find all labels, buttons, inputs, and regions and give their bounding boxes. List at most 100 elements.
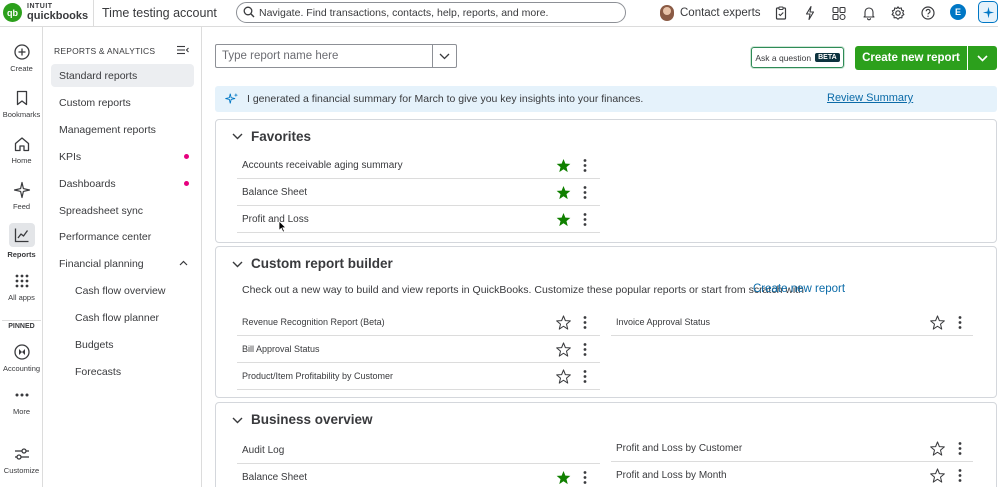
star-filled-icon[interactable] (556, 158, 571, 173)
create-new-report-button[interactable]: Create new report (855, 46, 967, 70)
report-name[interactable]: Profit and Loss (242, 214, 309, 225)
rail-item-home[interactable]: Home (0, 135, 43, 165)
ai-assistant-button[interactable] (978, 1, 998, 23)
kebab-menu-icon[interactable] (582, 315, 588, 330)
report-name[interactable]: Balance Sheet (242, 472, 307, 483)
create-new-report-link[interactable]: Create new report (753, 283, 845, 295)
report-row[interactable]: Accounts receivable aging summary (237, 152, 600, 179)
review-summary-link[interactable]: Review Summary (827, 92, 913, 104)
global-search[interactable]: Navigate. Find transactions, contacts, h… (236, 2, 626, 23)
sidebar-item-cash-flow-planner[interactable]: Cash flow planner (67, 306, 194, 329)
report-row[interactable]: Revenue Recognition Report (Beta) (237, 309, 600, 336)
rail-label: Reports (7, 250, 36, 259)
rail-item-bookmarks[interactable]: Bookmarks (0, 89, 43, 119)
rail-item-accounting[interactable]: Accounting (0, 343, 43, 373)
rail-item-feed[interactable]: Feed (0, 181, 43, 211)
report-row[interactable]: Profit and Loss by Month (611, 462, 973, 487)
report-name[interactable]: Audit Log (242, 445, 284, 456)
rail-item-more[interactable]: More (0, 386, 43, 416)
bell-icon[interactable] (861, 5, 877, 21)
chevron-down-icon[interactable] (232, 133, 243, 140)
report-row[interactable]: Invoice Approval Status (611, 309, 973, 336)
star-outline-icon[interactable] (930, 315, 945, 330)
accounting-icon (13, 344, 30, 360)
report-name[interactable]: Profit and Loss by Customer (616, 443, 742, 454)
star-outline-icon[interactable] (930, 468, 945, 483)
report-name[interactable]: Accounts receivable aging summary (242, 160, 403, 171)
rail-item-create[interactable]: Create (0, 43, 43, 73)
report-row[interactable]: Profit and Loss (237, 206, 600, 233)
kebab-menu-icon[interactable] (582, 158, 588, 173)
mouse-cursor-icon (278, 220, 287, 233)
kebab-menu-icon[interactable] (582, 470, 588, 485)
gear-icon[interactable] (890, 5, 906, 21)
sidebar-item-management-reports[interactable]: Management reports (51, 118, 194, 141)
help-icon[interactable] (920, 5, 936, 21)
chevron-down-icon[interactable] (232, 261, 243, 268)
star-filled-icon[interactable] (556, 470, 571, 485)
user-avatar[interactable]: E (950, 4, 966, 20)
rail-item-all-apps[interactable]: All apps (0, 272, 43, 302)
sliders-icon (14, 448, 29, 460)
star-filled-icon[interactable] (556, 212, 571, 227)
sidebar-item-cash-flow-overview[interactable]: Cash flow overview (67, 279, 194, 302)
ask-a-question-button[interactable]: Ask a question BETA (751, 47, 844, 68)
ai-sparkle-icon (982, 6, 995, 19)
kebab-menu-icon[interactable] (582, 342, 588, 357)
contact-experts-button[interactable]: Contact experts (660, 3, 761, 23)
ai-summary-banner: I generated a financial summary for Marc… (215, 86, 997, 112)
star-outline-icon[interactable] (556, 342, 571, 357)
company-name[interactable]: Time testing account (102, 6, 217, 20)
brand-quickbooks: quickbooks (27, 10, 89, 22)
sidebar-item-kpis[interactable]: KPIs (51, 145, 194, 168)
report-name[interactable]: Invoice Approval Status (616, 317, 710, 327)
sidebar-item-forecasts[interactable]: Forecasts (67, 360, 194, 383)
sidebar-item-spreadsheet-sync[interactable]: Spreadsheet sync (51, 199, 194, 222)
sidebar-item-label: Cash flow overview (75, 284, 166, 297)
sidebar-item-budgets[interactable]: Budgets (67, 333, 194, 356)
rail-item-reports[interactable]: Reports (0, 223, 43, 259)
report-name[interactable]: Product/Item Profitability by Customer (242, 371, 393, 381)
report-name[interactable]: Balance Sheet (242, 187, 307, 198)
kebab-menu-icon[interactable] (957, 468, 963, 483)
star-outline-icon[interactable] (556, 315, 571, 330)
custom-builder-description: Check out a new way to build and view re… (242, 284, 804, 296)
sidebar-item-dashboards[interactable]: Dashboards (51, 172, 194, 195)
report-row[interactable]: Balance Sheet (237, 179, 600, 206)
notification-dot (184, 154, 189, 159)
collapse-menu-icon[interactable] (177, 45, 189, 55)
kebab-menu-icon[interactable] (582, 212, 588, 227)
lightning-icon[interactable] (802, 5, 818, 21)
sidebar-item-performance-center[interactable]: Performance center (51, 225, 194, 248)
report-search-dropdown[interactable] (432, 45, 456, 67)
apps-icon[interactable] (831, 5, 847, 21)
star-filled-icon[interactable] (556, 185, 571, 200)
star-outline-icon[interactable] (930, 441, 945, 456)
chevron-down-icon[interactable] (232, 417, 243, 424)
clipboard-icon[interactable] (773, 5, 789, 21)
report-row[interactable]: Profit and Loss by Customer (611, 435, 973, 462)
kebab-menu-icon[interactable] (957, 315, 963, 330)
sidebar-item-custom-reports[interactable]: Custom reports (51, 91, 194, 114)
rail-label: Feed (12, 202, 31, 211)
create-report-dropdown[interactable] (968, 46, 997, 70)
qb-logo-icon: qb (3, 3, 22, 22)
report-name[interactable]: Revenue Recognition Report (Beta) (242, 317, 385, 327)
sidebar-item-standard-reports[interactable]: Standard reports (51, 64, 194, 87)
report-row[interactable]: Product/Item Profitability by Customer (237, 363, 600, 390)
kebab-menu-icon[interactable] (582, 369, 588, 384)
report-name[interactable]: Profit and Loss by Month (616, 470, 727, 481)
report-row[interactable]: Balance Sheet (237, 464, 600, 487)
star-outline-icon[interactable] (556, 369, 571, 384)
report-name-search[interactable]: Type report name here (215, 44, 457, 68)
reports-sidebar: REPORTS & ANALYTICS Standard reports Cus… (43, 27, 202, 487)
kebab-menu-icon[interactable] (957, 441, 963, 456)
kebab-menu-icon[interactable] (582, 185, 588, 200)
quickbooks-logo[interactable]: qb INTUIT quickbooks (3, 2, 93, 24)
rail-item-customize[interactable]: Customize (0, 445, 43, 475)
left-rail: Create Bookmarks Home Feed Reports All a… (0, 27, 43, 487)
sidebar-item-financial-planning[interactable]: Financial planning (51, 252, 194, 275)
report-row[interactable]: Bill Approval Status (237, 336, 600, 363)
report-row[interactable]: Audit Log (237, 437, 600, 464)
report-name[interactable]: Bill Approval Status (242, 344, 320, 354)
